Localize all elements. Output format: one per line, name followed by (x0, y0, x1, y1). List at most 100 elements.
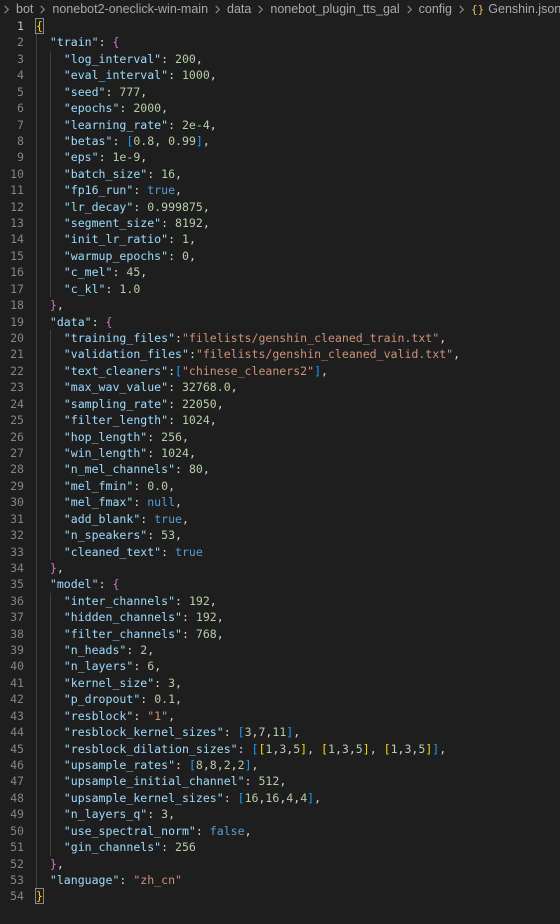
code-token: true (175, 544, 203, 559)
code-line[interactable]: 8 "betas": [0.8, 0.99], (0, 132, 560, 150)
code-token: , (175, 495, 182, 510)
code-line[interactable]: 26 "hop_length": 256, (0, 428, 560, 445)
code-line[interactable]: 24 "sampling_rate": 22050, (0, 395, 560, 413)
code-token: { (105, 314, 113, 329)
code-line[interactable]: 30 "mel_fmax": null, (0, 494, 560, 511)
code-text: "betas": [0.8, 0.99], (64, 133, 210, 149)
indent-guide (36, 658, 37, 675)
code-line[interactable]: 9 "eps": 1e-9, (0, 149, 560, 166)
code-token: "eval_interval" (63, 68, 169, 83)
code-line[interactable]: 54} (0, 888, 560, 905)
code-token: 3 (341, 741, 349, 756)
code-line[interactable]: 51 "gin_channels": 256 (0, 839, 560, 856)
breadcrumb-item[interactable]: config (419, 2, 452, 16)
line-number: 23 (10, 380, 24, 395)
code-token: , (348, 741, 356, 756)
code-token: 192 (188, 593, 210, 608)
indent-guide (36, 724, 37, 741)
code-text: "mel_fmin": 0.0, (64, 478, 175, 494)
code-token: : (112, 133, 127, 148)
code-line[interactable]: 16 "c_mel": 45, (0, 264, 560, 281)
code-line[interactable]: 36 "inter_channels": 192, (0, 592, 560, 610)
code-line[interactable]: 4 "eval_interval": 1000, (0, 67, 560, 84)
code-line[interactable]: 39 "n_heads": 2, (0, 642, 560, 659)
indent-guide (49, 609, 51, 626)
code-token: : (98, 150, 113, 165)
breadcrumb-item[interactable]: bot (16, 2, 33, 16)
code-token: [ (237, 725, 245, 740)
code-token: "fp16_run" (63, 183, 134, 198)
code-line[interactable]: 52}, (0, 855, 560, 872)
code-line[interactable]: 14 "init_lr_ratio": 1, (0, 231, 560, 248)
code-line[interactable]: 25 "filter_length": 1024, (0, 412, 560, 429)
code-token: 0 (181, 248, 189, 263)
code-line[interactable]: 6 "epochs": 2000, (0, 100, 560, 117)
code-token: , (168, 708, 176, 723)
code-line[interactable]: 46 "upsample_rates": [8,8,2,2], (0, 756, 560, 774)
code-line[interactable]: 33 "cleaned_text": true (0, 543, 560, 560)
code-line[interactable]: 44 "resblock_kernel_sizes": [3,7,11], (0, 724, 560, 741)
code-line[interactable]: 28 "n_mel_channels": 80, (0, 461, 560, 478)
code-line[interactable]: 40 "n_layers": 6, (0, 658, 560, 675)
code-token: : (181, 610, 196, 625)
code-line[interactable]: 23 "max_wav_value": 32768.0, (0, 379, 560, 396)
code-line[interactable]: 42 "p_dropout": 0.1, (0, 691, 560, 708)
code-line[interactable]: 29 "mel_fmin": 0.0, (0, 477, 560, 495)
code-line[interactable]: 15 "warmup_epochs": 0, (0, 247, 560, 265)
code-line[interactable]: 3 "log_interval": 200, (0, 50, 560, 68)
code-text: "resblock_dilation_sizes": [[1,3,5], [1,… (64, 741, 446, 757)
code-line[interactable]: 41 "kernel_size": 3, (0, 674, 560, 692)
code-line[interactable]: 32 "n_speakers": 53, (0, 527, 560, 544)
code-line[interactable]: 34}, (0, 559, 560, 577)
code-editor[interactable]: 1{2 "train": {3 "log_interval": 200, 4 "eval… (0, 18, 560, 905)
breadcrumb-item[interactable]: data (227, 2, 251, 16)
code-line[interactable]: 37 "hidden_channels": 192, (0, 609, 560, 626)
chevron-right-icon (457, 4, 466, 14)
code-line[interactable]: 45 "resblock_dilation_sizes": [[1,3,5], [… (0, 740, 560, 757)
code-line[interactable]: 18}, (0, 297, 560, 314)
code-token: , (216, 757, 224, 772)
code-line[interactable]: 22 "text_cleaners":["chinese_cleaners2"], (0, 362, 560, 380)
code-text: "text_cleaners":["chinese_cleaners2"], (64, 363, 328, 379)
code-line[interactable]: 43 "resblock": "1", (0, 707, 560, 725)
code-line[interactable]: 1{ (0, 18, 560, 34)
chevron-right-icon (2, 4, 11, 14)
indent-guide (36, 756, 37, 774)
code-line[interactable]: 17 "c_kl": 1.0 (0, 280, 560, 298)
line-number: 33 (10, 544, 24, 559)
code-line[interactable]: 53 "language": "zh_cn" (0, 871, 560, 889)
indent-guide (49, 198, 51, 216)
code-line[interactable]: 38 "filter_channels": 768, (0, 625, 560, 643)
breadcrumb-item[interactable]: nonebot2-oneclick-win-main (52, 2, 208, 16)
code-line[interactable]: 13 "segment_size": 8192, (0, 215, 560, 232)
code-line[interactable]: 21 "validation_files":"filelists/genshin_… (0, 346, 560, 363)
code-line[interactable]: 47 "upsample_initial_channel": 512, (0, 773, 560, 790)
code-text: } (35, 888, 44, 905)
code-token: 53 (161, 528, 176, 543)
code-line[interactable]: 31 "add_blank": true, (0, 510, 560, 528)
breadcrumb-item[interactable]: nonebot_plugin_tts_gal (270, 2, 399, 16)
code-line[interactable]: 27 "win_length": 1024, (0, 444, 560, 462)
code-line[interactable]: 10 "batch_size": 16, (0, 165, 560, 183)
code-line[interactable]: 11 "fp16_run": true, (0, 182, 560, 199)
code-token: 1024 (181, 413, 210, 428)
code-token: "n_layers" (63, 659, 134, 674)
code-line[interactable]: 49 "n_layers_q": 3, (0, 806, 560, 823)
code-line[interactable]: 35 "model": { (0, 576, 560, 593)
code-line[interactable]: 50 "use_spectral_norm": false, (0, 822, 560, 840)
code-line[interactable]: 19 "data": { (0, 313, 560, 331)
breadcrumb-file-name[interactable]: Genshin.json (488, 2, 560, 16)
code-line[interactable]: 12 "lr_decay": 0.999875, (0, 198, 560, 216)
code-line[interactable]: 5 "seed": 777, (0, 83, 560, 101)
code-line[interactable]: 7 "learning_rate": 2e-4, (0, 116, 560, 133)
code-line[interactable]: 48 "upsample_kernel_sizes": [16,16,4,4], (0, 789, 560, 807)
code-token: "validation_files" (63, 347, 189, 362)
code-line[interactable]: 20 "training_files":"filelists/genshin_cl… (0, 330, 560, 347)
code-token: 11 (272, 725, 287, 740)
line-number: 37 (10, 610, 24, 625)
code-line[interactable]: 2 "train": { (0, 34, 560, 51)
line-number: 32 (10, 528, 24, 543)
code-text: "win_length": 1024, (64, 445, 196, 461)
indent-guide (36, 510, 37, 528)
code-token: , (321, 363, 328, 378)
